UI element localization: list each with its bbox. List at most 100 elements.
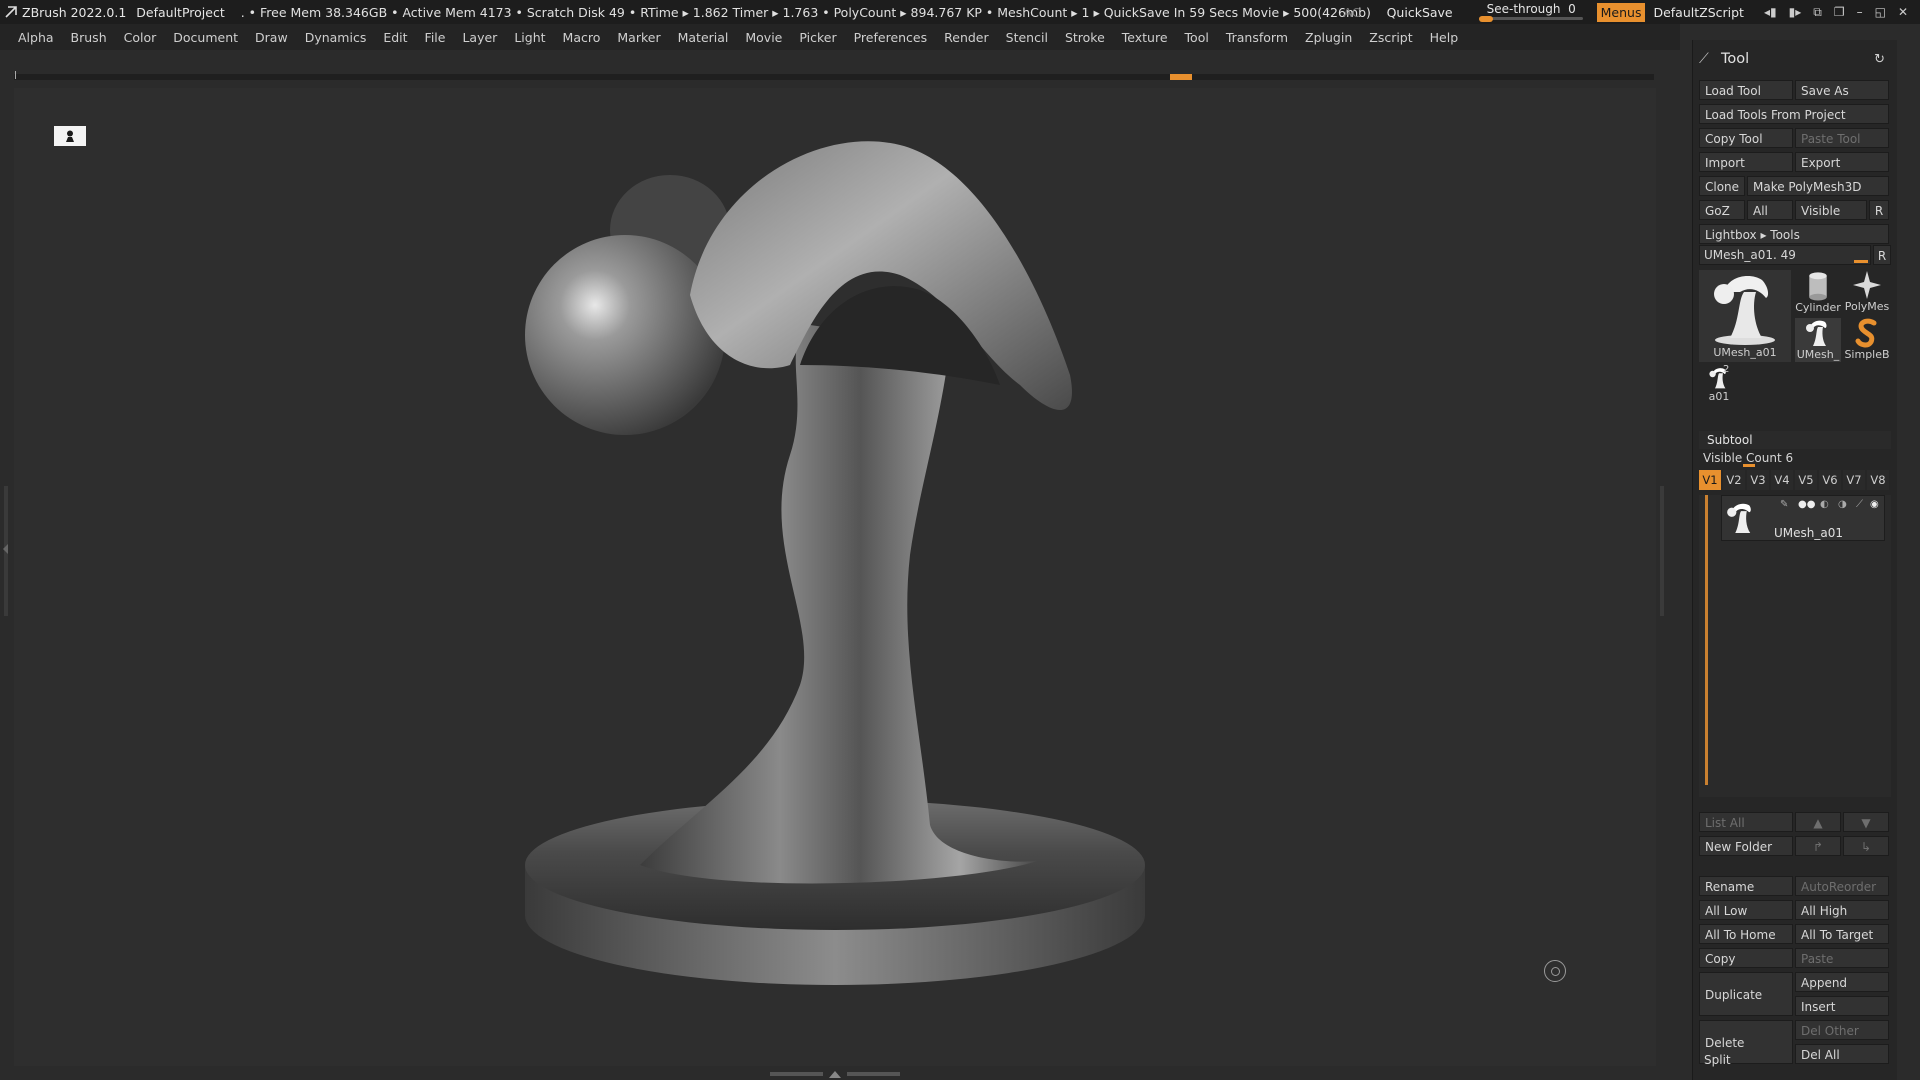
- ac-toggle[interactable]: AC: [1344, 5, 1361, 20]
- reset-icon[interactable]: ↻: [1874, 52, 1885, 67]
- autoreorder-button[interactable]: AutoReorder: [1795, 876, 1889, 896]
- menu-zplugin[interactable]: Zplugin: [1305, 30, 1352, 45]
- timeline[interactable]: [14, 71, 1654, 80]
- all-high-button[interactable]: All High: [1795, 900, 1889, 920]
- subtool-item[interactable]: ✎ ●● ◐ ◑ ⟋ ◉ UMesh_a01: [1721, 495, 1885, 541]
- quicksave-button[interactable]: QuickSave: [1387, 5, 1453, 20]
- vtab-v6[interactable]: V6: [1819, 470, 1841, 490]
- menu-marker[interactable]: Marker: [617, 30, 660, 45]
- split-section-header[interactable]: Split: [1699, 1050, 1793, 1070]
- menu-stencil[interactable]: Stencil: [1006, 30, 1048, 45]
- menus-toggle[interactable]: Menus: [1596, 2, 1646, 22]
- all-low-button[interactable]: All Low: [1699, 900, 1793, 920]
- arrow-down-icon[interactable]: ▼: [1843, 812, 1889, 832]
- menu-help[interactable]: Help: [1430, 30, 1459, 45]
- material-icon[interactable]: ◐: [1820, 499, 1829, 510]
- subtool-section-header[interactable]: Subtool: [1699, 431, 1891, 449]
- copy-button[interactable]: Copy: [1699, 948, 1793, 968]
- timeline-marker[interactable]: [1170, 74, 1192, 80]
- blend-icon[interactable]: ◑: [1838, 499, 1847, 510]
- menu-stroke[interactable]: Stroke: [1065, 30, 1105, 45]
- sculpt-model[interactable]: [520, 125, 1160, 1015]
- gizmo-icon[interactable]: [1544, 960, 1566, 982]
- lightbox-tools-button[interactable]: Lightbox ▸ Tools: [1699, 224, 1889, 244]
- tool-thumb-umesh[interactable]: UMesh_: [1795, 318, 1841, 362]
- menu-picker[interactable]: Picker: [799, 30, 836, 45]
- vtab-v4[interactable]: V4: [1771, 470, 1793, 490]
- polypaint-icon[interactable]: ✎: [1780, 499, 1788, 510]
- vtab-v8[interactable]: V8: [1867, 470, 1889, 490]
- move-folder-icon[interactable]: ↱: [1795, 836, 1841, 856]
- rename-button[interactable]: Rename: [1699, 876, 1793, 896]
- menu-layer[interactable]: Layer: [462, 30, 497, 45]
- restore-icon[interactable]: ❐: [1834, 5, 1845, 19]
- floor-icon[interactable]: [54, 126, 86, 146]
- menu-preferences[interactable]: Preferences: [854, 30, 928, 45]
- tool-thumb-polymesh[interactable]: PolyMes: [1843, 270, 1891, 314]
- tool-thumb-umesh-main[interactable]: UMesh_a01: [1699, 270, 1791, 362]
- menu-file[interactable]: File: [425, 30, 446, 45]
- menu-render[interactable]: Render: [944, 30, 989, 45]
- default-zscript-button[interactable]: DefaultZScript: [1653, 5, 1744, 20]
- menu-document[interactable]: Document: [173, 30, 238, 45]
- paste-tool-button[interactable]: Paste Tool: [1795, 128, 1889, 148]
- tool-thumb-a01[interactable]: 2 a01: [1699, 364, 1739, 406]
- menu-brush[interactable]: Brush: [71, 30, 107, 45]
- menu-zscript[interactable]: Zscript: [1369, 30, 1412, 45]
- vtab-v3[interactable]: V3: [1747, 470, 1769, 490]
- brush-icon[interactable]: ⟋: [1856, 499, 1863, 510]
- menu-dynamics[interactable]: Dynamics: [305, 30, 367, 45]
- vtab-v7[interactable]: V7: [1843, 470, 1865, 490]
- goz-all-button[interactable]: All: [1747, 200, 1793, 220]
- layout-icon[interactable]: ◂▮: [1764, 5, 1777, 19]
- clone-button[interactable]: Clone: [1699, 176, 1745, 196]
- make-polymesh3d-button[interactable]: Make PolyMesh3D: [1747, 176, 1889, 196]
- project-name[interactable]: DefaultProject: [136, 5, 224, 20]
- vtab-v1[interactable]: V1: [1699, 470, 1721, 490]
- see-through-knob[interactable]: [1478, 16, 1493, 22]
- all-to-home-button[interactable]: All To Home: [1699, 924, 1793, 944]
- layout-2-icon[interactable]: ▮▸: [1789, 5, 1802, 19]
- menu-texture[interactable]: Texture: [1122, 30, 1168, 45]
- paste-button[interactable]: Paste: [1795, 948, 1889, 968]
- see-through-slider[interactable]: See-through 0: [1478, 0, 1583, 24]
- export-button[interactable]: Export: [1795, 152, 1889, 172]
- all-to-target-button[interactable]: All To Target: [1795, 924, 1889, 944]
- menu-edit[interactable]: Edit: [383, 30, 407, 45]
- load-tools-from-project-button[interactable]: Load Tools From Project: [1699, 104, 1889, 124]
- left-tray-handle[interactable]: [4, 486, 8, 616]
- save-as-button[interactable]: Save As: [1795, 80, 1889, 100]
- del-other-button[interactable]: Del Other: [1795, 1020, 1889, 1040]
- del-all-button[interactable]: Del All: [1795, 1044, 1889, 1064]
- tool-thumb-cylinder[interactable]: Cylinder: [1795, 270, 1841, 314]
- arrow-up-icon[interactable]: ▲: [1795, 812, 1841, 832]
- zbrush-logo-icon[interactable]: [0, 0, 22, 24]
- bottom-tray-handle[interactable]: [770, 1070, 900, 1078]
- menu-color[interactable]: Color: [124, 30, 157, 45]
- subtool-scrollbar[interactable]: [1705, 495, 1708, 785]
- menu-light[interactable]: Light: [514, 30, 545, 45]
- pin-icon[interactable]: ⟋: [1693, 51, 1721, 67]
- dynamic-icon[interactable]: ●●: [1798, 499, 1815, 510]
- windows-icon[interactable]: ⧉: [1813, 5, 1822, 20]
- tool-thumb-simplebrush[interactable]: SimpleB: [1843, 318, 1891, 362]
- menu-draw[interactable]: Draw: [255, 30, 288, 45]
- append-button[interactable]: Append: [1795, 972, 1889, 992]
- close-icon[interactable]: ✕: [1898, 5, 1908, 19]
- current-tool-slider[interactable]: UMesh_a01. 49: [1699, 245, 1871, 265]
- vtab-v2[interactable]: V2: [1723, 470, 1745, 490]
- eye-icon[interactable]: ◉: [1870, 499, 1879, 510]
- copy-tool-button[interactable]: Copy Tool: [1699, 128, 1793, 148]
- goz-button[interactable]: GoZ: [1699, 200, 1745, 220]
- minimize-icon[interactable]: –: [1857, 5, 1863, 19]
- insert-button[interactable]: Insert: [1795, 996, 1889, 1016]
- right-tray-handle[interactable]: [1660, 486, 1664, 616]
- duplicate-button[interactable]: Duplicate: [1699, 972, 1793, 1016]
- current-tool-r-button[interactable]: R: [1873, 245, 1891, 265]
- menu-transform[interactable]: Transform: [1226, 30, 1288, 45]
- list-all-button[interactable]: List All: [1699, 812, 1793, 832]
- folder-icon[interactable]: ↳: [1843, 836, 1889, 856]
- menu-movie[interactable]: Movie: [745, 30, 782, 45]
- import-button[interactable]: Import: [1699, 152, 1793, 172]
- goz-r-button[interactable]: R: [1869, 200, 1889, 220]
